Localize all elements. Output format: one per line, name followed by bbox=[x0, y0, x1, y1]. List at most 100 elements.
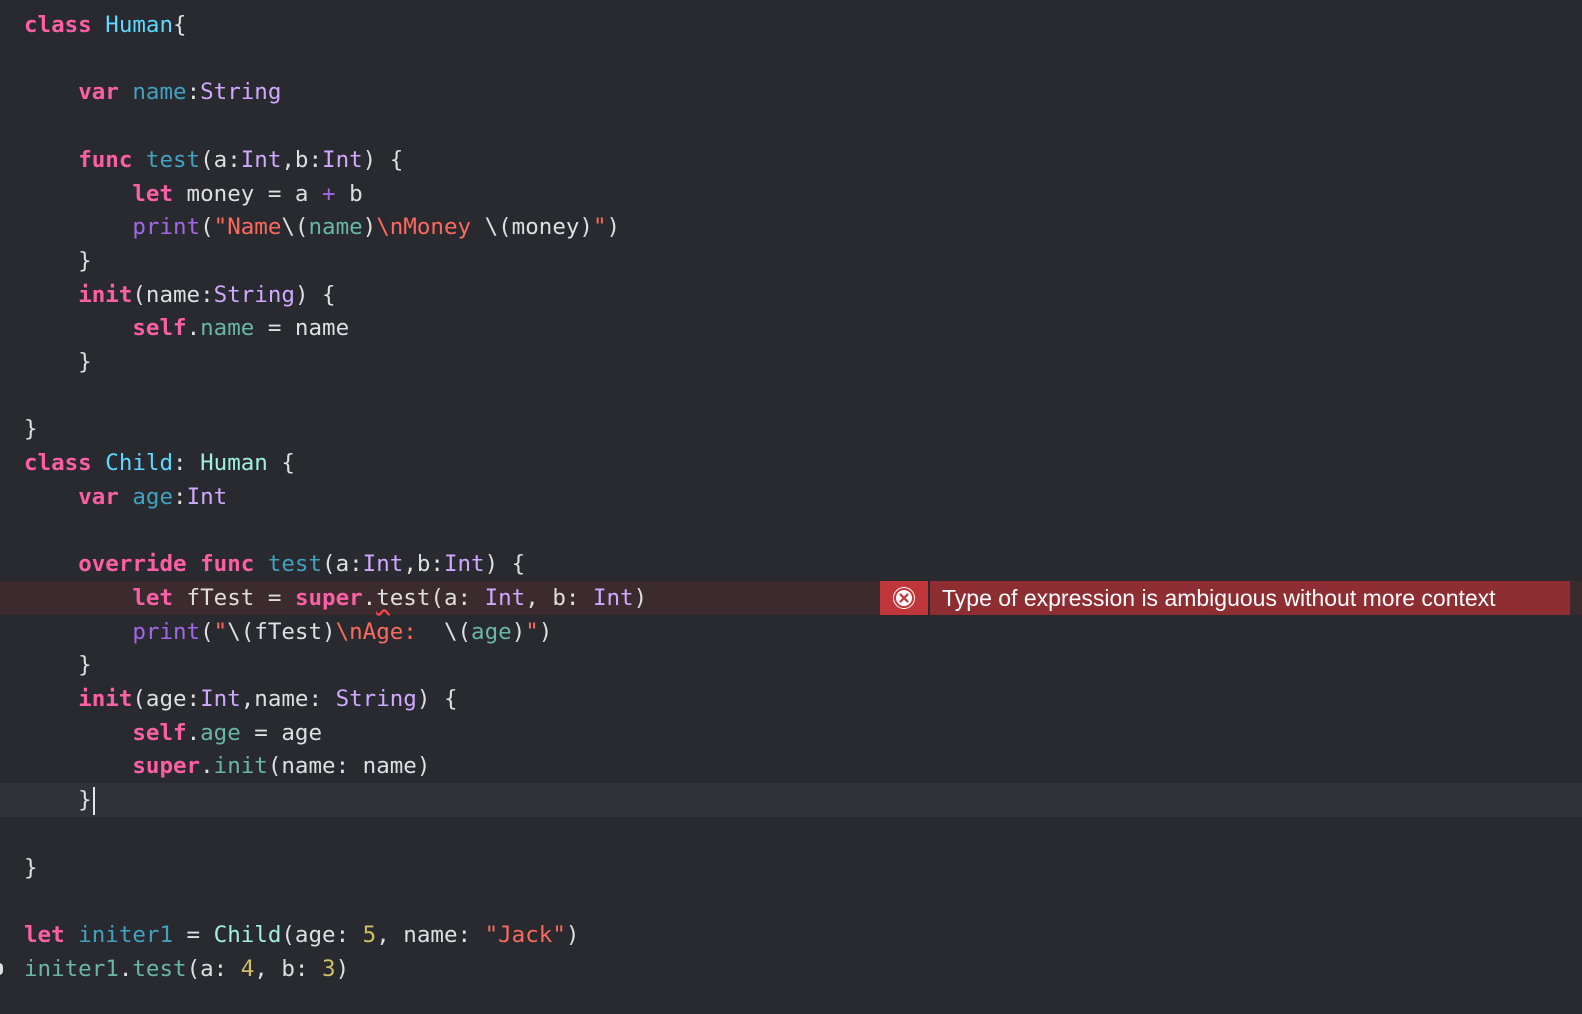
code-token: Int bbox=[592, 584, 634, 611]
code-token: 5 bbox=[362, 921, 377, 948]
code-line[interactable]: func test(a:Int,b:Int) { bbox=[0, 143, 1582, 177]
code-line[interactable]: } bbox=[0, 244, 1582, 278]
code-token: test bbox=[145, 146, 201, 173]
code-token: { bbox=[173, 12, 187, 38]
code-token: let bbox=[24, 921, 65, 948]
code-token: \(money) bbox=[484, 214, 593, 241]
code-line-current[interactable]: } bbox=[0, 783, 1582, 818]
code-line[interactable]: } bbox=[0, 648, 1582, 682]
code-line[interactable]: self.age = age bbox=[0, 716, 1582, 750]
code-token: Int bbox=[484, 584, 526, 611]
code-token: Int bbox=[443, 551, 485, 578]
code-line[interactable]: print("\(fTest)\nAge: \(age)") bbox=[0, 615, 1582, 649]
code-token: (age: bbox=[132, 686, 201, 712]
error-squiggle-token: t bbox=[376, 584, 390, 611]
code-token: ) { bbox=[484, 551, 526, 578]
code-token: ) { bbox=[362, 146, 404, 173]
code-token: ) bbox=[511, 618, 526, 645]
code-token: money = a bbox=[173, 180, 323, 207]
code-line[interactable] bbox=[0, 514, 1582, 548]
code-token: class bbox=[24, 12, 92, 38]
text-cursor bbox=[92, 786, 95, 815]
code-line[interactable]: } bbox=[0, 412, 1582, 446]
code-token: ( bbox=[200, 214, 214, 241]
code-token: func bbox=[78, 146, 133, 173]
code-line[interactable]: initer1.test(a: 4, b: 3) bbox=[0, 952, 1582, 986]
code-token: \(fTest) bbox=[227, 618, 336, 645]
code-token: } bbox=[24, 787, 92, 814]
code-token: Int bbox=[200, 686, 241, 712]
code-token: = age bbox=[240, 719, 323, 746]
code-token: var bbox=[78, 483, 119, 510]
code-token: , b: bbox=[525, 584, 593, 611]
code-line[interactable] bbox=[0, 884, 1582, 918]
code-token: . bbox=[200, 753, 214, 780]
code-line[interactable]: var age:Int bbox=[0, 480, 1582, 514]
code-token: = name bbox=[254, 315, 350, 342]
code-line[interactable]: let initer1 = Child(age: 5, name: "Jack"… bbox=[0, 918, 1582, 952]
code-token: + bbox=[322, 180, 336, 207]
code-token: initer1 bbox=[78, 921, 174, 948]
code-line[interactable]: class Child: Human { bbox=[0, 446, 1582, 480]
code-token: ( bbox=[200, 618, 214, 645]
code-token: ,name: bbox=[240, 686, 336, 712]
code-line[interactable]: } bbox=[0, 851, 1582, 885]
code-token: (name: name) bbox=[267, 753, 431, 780]
code-line[interactable]: } bbox=[0, 345, 1582, 379]
code-line[interactable]: var name:String bbox=[0, 75, 1582, 109]
code-token: ) bbox=[538, 618, 553, 645]
code-token: " bbox=[213, 618, 228, 645]
code-line[interactable]: override func test(a:Int,b:Int) { bbox=[0, 547, 1582, 581]
code-token: Human bbox=[200, 450, 268, 477]
code-token: age bbox=[132, 483, 174, 510]
error-icon-badge[interactable] bbox=[880, 581, 930, 615]
code-line[interactable]: init(name:String) { bbox=[0, 278, 1582, 312]
code-token: override bbox=[78, 551, 187, 578]
code-token: name bbox=[200, 315, 255, 342]
code-token: ) { bbox=[416, 686, 458, 712]
code-token: . bbox=[186, 719, 201, 746]
code-token: String bbox=[335, 686, 417, 712]
code-token: , name: bbox=[376, 921, 485, 948]
code-token: . bbox=[186, 315, 201, 342]
code-token: ) bbox=[362, 214, 377, 241]
code-token: Int bbox=[240, 146, 282, 173]
code-token: Int bbox=[362, 551, 404, 578]
code-line[interactable]: print("Name\(name)\nMoney \(money)") bbox=[0, 210, 1582, 244]
code-line[interactable] bbox=[0, 109, 1582, 143]
code-line[interactable]: class Human{ bbox=[0, 8, 1582, 42]
code-editor[interactable]: class Human{ var name:String func test(a… bbox=[0, 0, 1582, 1014]
code-line[interactable]: self.name = name bbox=[0, 311, 1582, 345]
code-token: Human bbox=[105, 12, 174, 38]
code-line[interactable]: init(age:Int,name: String) { bbox=[0, 682, 1582, 716]
code-token: 4 bbox=[240, 955, 255, 982]
code-line[interactable] bbox=[0, 817, 1582, 851]
code-line[interactable] bbox=[0, 42, 1582, 76]
code-token: , b: bbox=[254, 955, 323, 982]
code-line[interactable]: super.init(name: name) bbox=[0, 749, 1582, 783]
error-annotation[interactable]: Type of expression is ambiguous without … bbox=[880, 581, 1570, 615]
code-token: \nMoney bbox=[376, 214, 485, 241]
error-message[interactable]: Type of expression is ambiguous without … bbox=[930, 581, 1570, 615]
code-line[interactable] bbox=[0, 379, 1582, 413]
code-token: } bbox=[24, 652, 92, 679]
code-token: } bbox=[24, 854, 38, 881]
code-token: " bbox=[592, 214, 607, 241]
code-token: (age: bbox=[281, 921, 363, 948]
code-token: name bbox=[132, 79, 187, 106]
code-token: ) bbox=[606, 214, 621, 241]
code-line[interactable]: let money = a + b bbox=[0, 177, 1582, 211]
code-token: Int bbox=[186, 483, 228, 510]
code-token: let bbox=[132, 180, 174, 207]
